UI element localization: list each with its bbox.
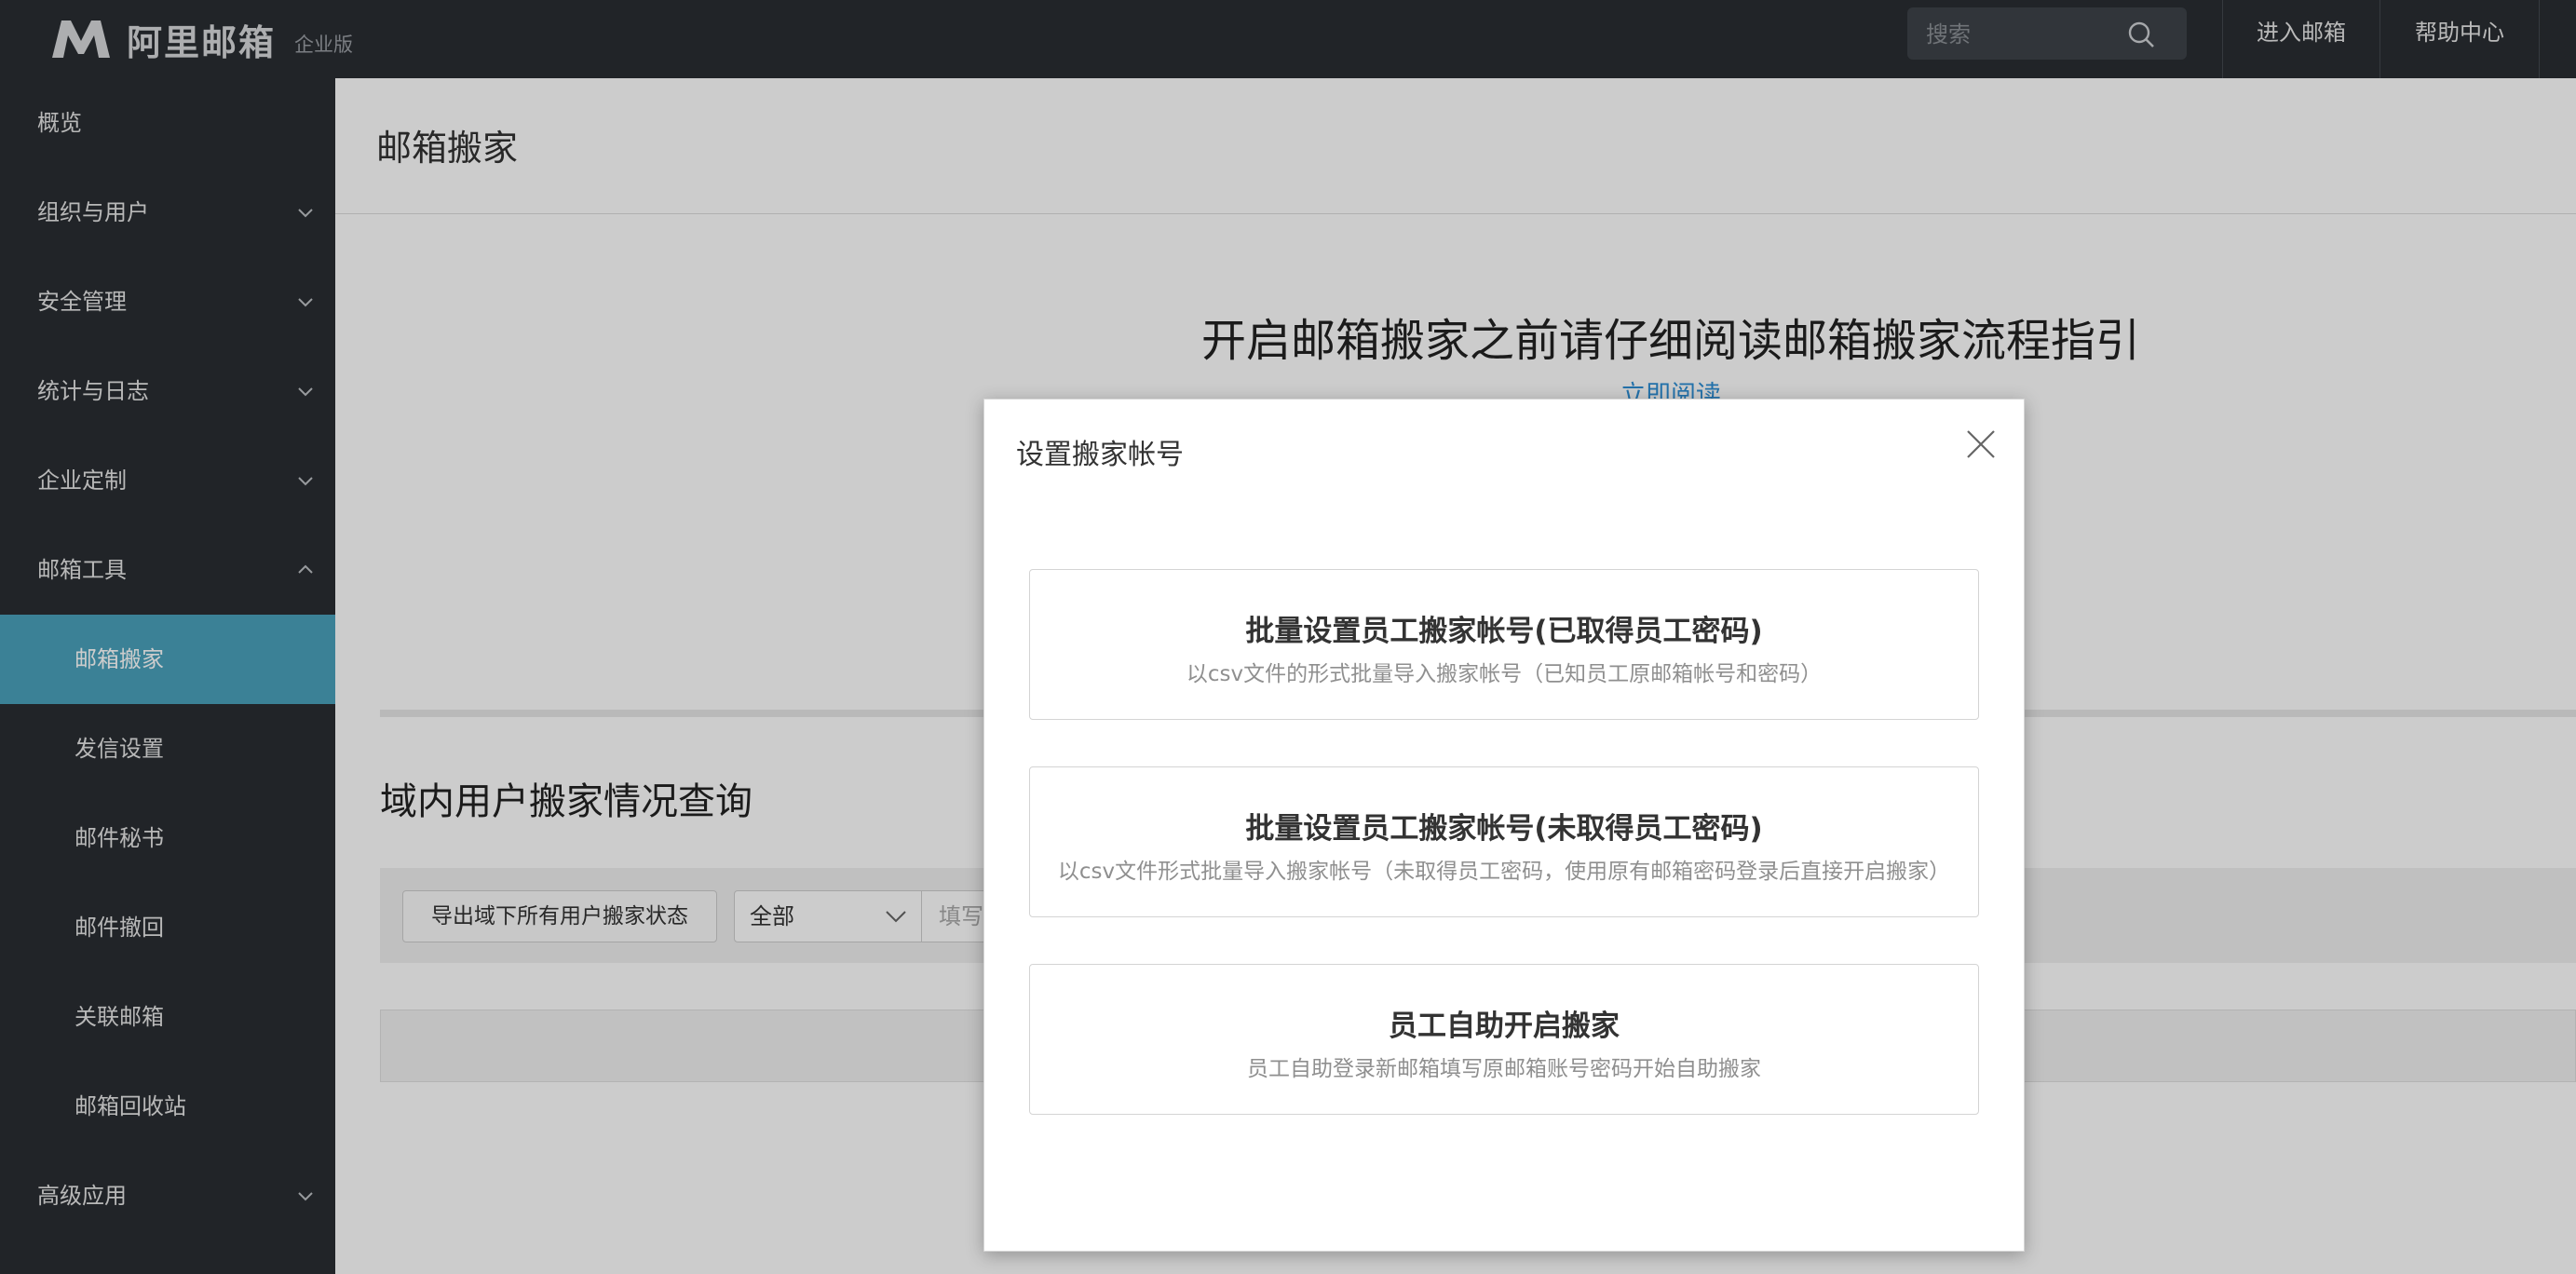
option-description: 员工自助登录新邮箱填写原邮箱账号密码开始自助搬家 xyxy=(1247,1057,1761,1081)
option-batch-without-password[interactable]: 批量设置员工搬家帐号(未取得员工密码) 以csv文件形式批量导入搬家帐号（未取得… xyxy=(1029,766,1979,917)
option-title: 批量设置员工搬家帐号(已取得员工密码) xyxy=(1245,615,1763,648)
option-description: 以csv文件的形式批量导入搬家帐号（已知员工原邮箱帐号和密码） xyxy=(1186,662,1823,686)
option-title: 批量设置员工搬家帐号(未取得员工密码) xyxy=(1245,812,1763,846)
close-icon[interactable] xyxy=(1964,427,1998,461)
option-self-service[interactable]: 员工自助开启搬家 员工自助登录新邮箱填写原邮箱账号密码开始自助搬家 xyxy=(1029,964,1979,1115)
dialog-title: 设置搬家帐号 xyxy=(1016,439,1184,471)
option-description: 以csv文件形式批量导入搬家帐号（未取得员工密码，使用原有邮箱密码登录后直接开启… xyxy=(1057,860,1951,884)
option-title: 员工自助开启搬家 xyxy=(1389,1010,1620,1043)
set-migration-account-dialog: 设置搬家帐号 批量设置员工搬家帐号(已取得员工密码) 以csv文件的形式批量导入… xyxy=(983,399,2025,1252)
option-batch-with-password[interactable]: 批量设置员工搬家帐号(已取得员工密码) 以csv文件的形式批量导入搬家帐号（已知… xyxy=(1029,569,1979,720)
